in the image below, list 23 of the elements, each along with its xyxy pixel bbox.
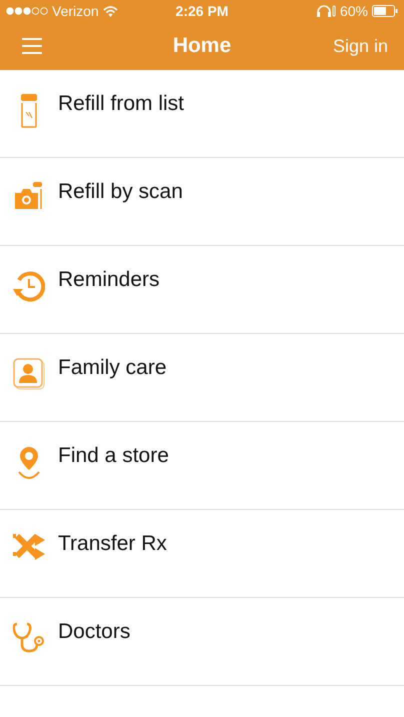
location-pin-icon <box>17 446 41 480</box>
pill-bottle-icon <box>20 94 38 128</box>
signal-dots-icon <box>6 7 48 15</box>
menu-item[interactable]: Reminders <box>0 246 404 334</box>
status-time: 2:26 PM <box>176 3 228 19</box>
stethoscope-icon <box>13 622 45 654</box>
battery-icon <box>372 5 398 17</box>
clock-icon <box>13 270 45 302</box>
headphones-icon <box>316 5 336 17</box>
menu-item[interactable]: Find a store <box>0 422 404 510</box>
menu-item[interactable]: Doctors <box>0 598 404 686</box>
camera-icon <box>15 182 43 210</box>
transfer-arrows-icon <box>13 534 45 560</box>
person-card-icon <box>13 358 45 390</box>
menu-item[interactable]: Family care <box>0 334 404 422</box>
battery-percent: 60% <box>340 3 368 19</box>
menu-item[interactable]: Refill by scan <box>0 158 404 246</box>
wifi-icon <box>102 6 118 16</box>
menu-item[interactable]: Transfer Rx <box>0 510 404 598</box>
carrier-name: Verizon <box>52 3 99 19</box>
page-title: Home <box>172 34 232 57</box>
menu-item[interactable]: Refill from list <box>0 70 404 158</box>
menu-icon[interactable] <box>22 38 42 54</box>
